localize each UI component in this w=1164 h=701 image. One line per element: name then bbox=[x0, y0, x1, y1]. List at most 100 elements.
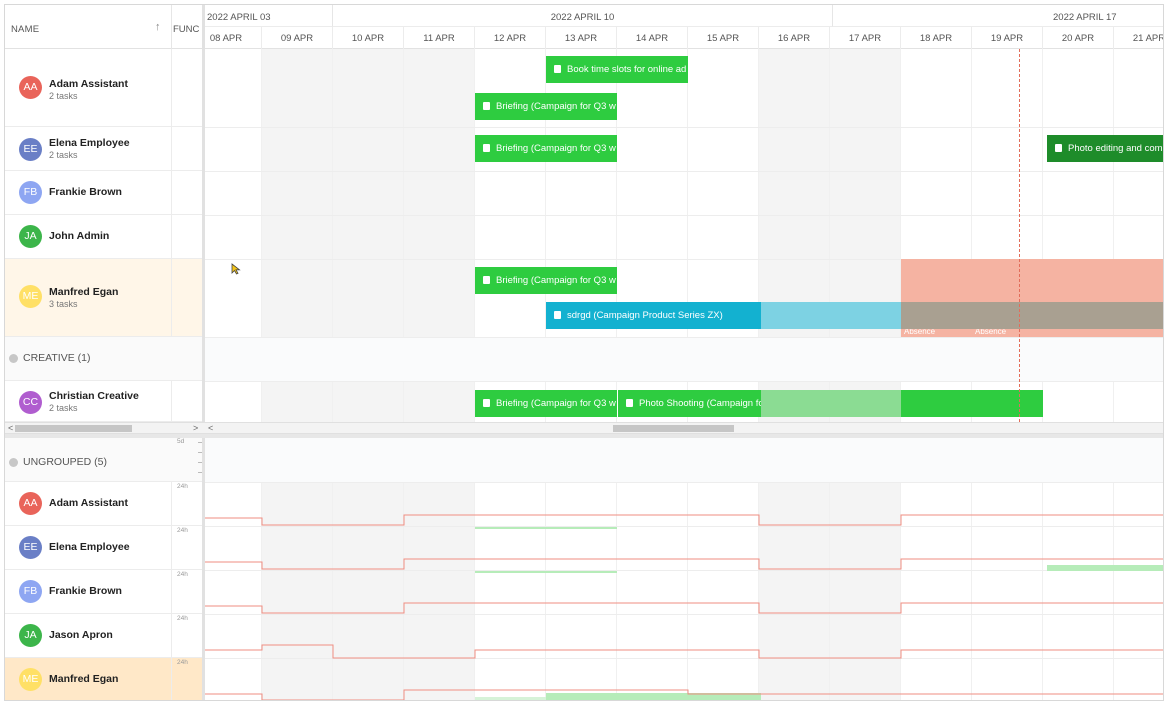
resource-name: Jason Apron bbox=[49, 629, 113, 641]
group-toggle-icon[interactable] bbox=[9, 458, 18, 467]
task-bar[interactable]: Photo editing and compo bbox=[1047, 135, 1163, 162]
task-icon bbox=[483, 399, 490, 407]
histogram-resource-row[interactable]: ME Manfred Egan 24h bbox=[5, 658, 202, 700]
task-bar[interactable]: sdrgd (Campaign Product Series ZX) bbox=[546, 302, 761, 329]
resource-name: Elena Employee bbox=[49, 541, 130, 553]
avatar: EE bbox=[19, 536, 42, 559]
histogram-resource-row[interactable]: JA Jason Apron 24h bbox=[5, 614, 202, 658]
resource-name: John Admin bbox=[49, 230, 110, 242]
avatar: CC bbox=[19, 391, 42, 414]
resource-row[interactable]: EE Elena Employee 2 tasks bbox=[5, 127, 202, 171]
resource-task-count: 2 tasks bbox=[49, 403, 78, 413]
column-separator[interactable] bbox=[171, 5, 172, 49]
current-time-line bbox=[1019, 49, 1020, 422]
resource-row[interactable]: AA Adam Assistant 2 tasks bbox=[5, 49, 202, 127]
resource-column-header: NAME ↑ FUNC bbox=[5, 5, 202, 49]
resource-row[interactable]: FB Frankie Brown bbox=[5, 171, 202, 215]
resource-row[interactable]: ME Manfred Egan 3 tasks bbox=[5, 259, 202, 337]
day-header: 19 APR bbox=[972, 27, 1043, 49]
timeline-header: 2022 APRIL 03 2022 APRIL 10 2022 APRIL 1… bbox=[205, 5, 1163, 49]
day-header: 15 APR bbox=[688, 27, 759, 49]
histogram-resource-row[interactable]: EE Elena Employee 24h bbox=[5, 526, 202, 570]
avatar: EE bbox=[19, 138, 42, 161]
resource-name: Elena Employee bbox=[49, 137, 130, 149]
day-header: 21 APR bbox=[1114, 27, 1163, 49]
scroll-right-icon[interactable]: > bbox=[193, 423, 198, 434]
task-bar[interactable]: Briefing (Campaign for Q3 w bbox=[475, 267, 617, 294]
scroll-left-icon[interactable]: < bbox=[8, 423, 13, 434]
group-row-ungrouped[interactable]: UNGROUPED (5) bbox=[5, 438, 202, 482]
task-icon bbox=[483, 276, 490, 284]
group-title: UNGROUPED (5) bbox=[23, 456, 108, 468]
sort-ascending-icon[interactable]: ↑ bbox=[155, 21, 161, 33]
histogram-scale-label: 24h bbox=[177, 483, 188, 490]
week-header: 2022 APRIL 17 bbox=[833, 5, 1163, 27]
avatar: ME bbox=[19, 668, 42, 691]
avatar: ME bbox=[19, 285, 42, 308]
resource-name: Adam Assistant bbox=[49, 497, 128, 509]
avatar: JA bbox=[19, 225, 42, 248]
resource-task-count: 2 tasks bbox=[49, 91, 78, 101]
resource-name: Manfred Egan bbox=[49, 286, 119, 298]
group-row-band bbox=[205, 337, 1163, 381]
resource-name: Frankie Brown bbox=[49, 585, 122, 597]
day-header: 16 APR bbox=[759, 27, 830, 49]
scroll-left-icon[interactable]: < bbox=[208, 423, 213, 434]
resource-row[interactable]: JA John Admin bbox=[5, 215, 202, 259]
histogram-scale-label: 24h bbox=[177, 527, 188, 534]
day-header: 11 APR bbox=[404, 27, 475, 49]
task-bar[interactable]: Briefing (Campaign for Q3 w bbox=[475, 93, 617, 120]
group-row-creative[interactable]: CREATIVE (1) bbox=[5, 337, 202, 381]
task-bar[interactable]: Book time slots for online ad bbox=[546, 56, 688, 83]
task-bar-extension bbox=[761, 390, 901, 417]
task-bar[interactable]: Briefing (Campaign for Q3 w bbox=[475, 390, 617, 417]
name-column-header[interactable]: NAME bbox=[11, 24, 39, 35]
task-bar[interactable]: Briefing (Campaign for Q3 w bbox=[475, 135, 617, 162]
group-toggle-icon[interactable] bbox=[9, 354, 18, 363]
task-icon bbox=[483, 144, 490, 152]
day-header: 12 APR bbox=[475, 27, 546, 49]
day-header: 10 APR bbox=[333, 27, 404, 49]
histogram-scale-label: 5d bbox=[177, 438, 185, 445]
day-header: 09 APR bbox=[262, 27, 333, 49]
histogram-scale-label: 24h bbox=[177, 571, 188, 578]
histogram-resource-row[interactable]: FB Frankie Brown 24h bbox=[5, 570, 202, 614]
task-icon bbox=[554, 311, 561, 319]
resource-name: Frankie Brown bbox=[49, 186, 122, 198]
task-icon bbox=[483, 102, 490, 110]
histogram-body bbox=[205, 438, 1163, 700]
task-bar-overlap bbox=[901, 302, 1163, 329]
day-header: 13 APR bbox=[546, 27, 617, 49]
scrollbar-thumb[interactable] bbox=[613, 425, 734, 432]
group-title: CREATIVE (1) bbox=[23, 352, 91, 364]
week-header: 2022 APRIL 03 bbox=[205, 5, 333, 27]
avatar: AA bbox=[19, 76, 42, 99]
resource-row[interactable]: CC Christian Creative 2 tasks bbox=[5, 381, 202, 422]
resource-name: Christian Creative bbox=[49, 390, 139, 402]
resource-name: Adam Assistant bbox=[49, 78, 128, 90]
histogram-lines bbox=[205, 514, 1163, 700]
resource-task-count: 3 tasks bbox=[49, 299, 78, 309]
task-icon bbox=[1055, 144, 1062, 152]
avatar: AA bbox=[19, 492, 42, 515]
mouse-cursor-icon bbox=[231, 263, 241, 275]
week-header: 2022 APRIL 10 bbox=[333, 5, 833, 27]
day-header: 08 APR bbox=[191, 27, 262, 49]
histogram-resource-row[interactable]: AA Adam Assistant 24h bbox=[5, 482, 202, 526]
avatar: FB bbox=[19, 580, 42, 603]
resource-task-count: 2 tasks bbox=[49, 150, 78, 160]
horizontal-scrollbar[interactable]: < > < bbox=[5, 422, 1163, 434]
task-bar-extension bbox=[761, 302, 901, 329]
timeline-body[interactable]: Absence Absence Book time slots for onli… bbox=[205, 49, 1163, 422]
day-header: 18 APR bbox=[901, 27, 972, 49]
task-bar-extension bbox=[901, 390, 1043, 417]
task-icon bbox=[626, 399, 633, 407]
day-header: 17 APR bbox=[830, 27, 901, 49]
day-header: 20 APR bbox=[1043, 27, 1114, 49]
avatar: FB bbox=[19, 181, 42, 204]
scrollbar-thumb[interactable] bbox=[15, 425, 132, 432]
histogram-scale-label: 24h bbox=[177, 659, 188, 666]
day-header: 14 APR bbox=[617, 27, 688, 49]
histogram-scale-label: 24h bbox=[177, 615, 188, 622]
task-bar[interactable]: Photo Shooting (Campaign for Q3 with tas… bbox=[618, 390, 761, 417]
